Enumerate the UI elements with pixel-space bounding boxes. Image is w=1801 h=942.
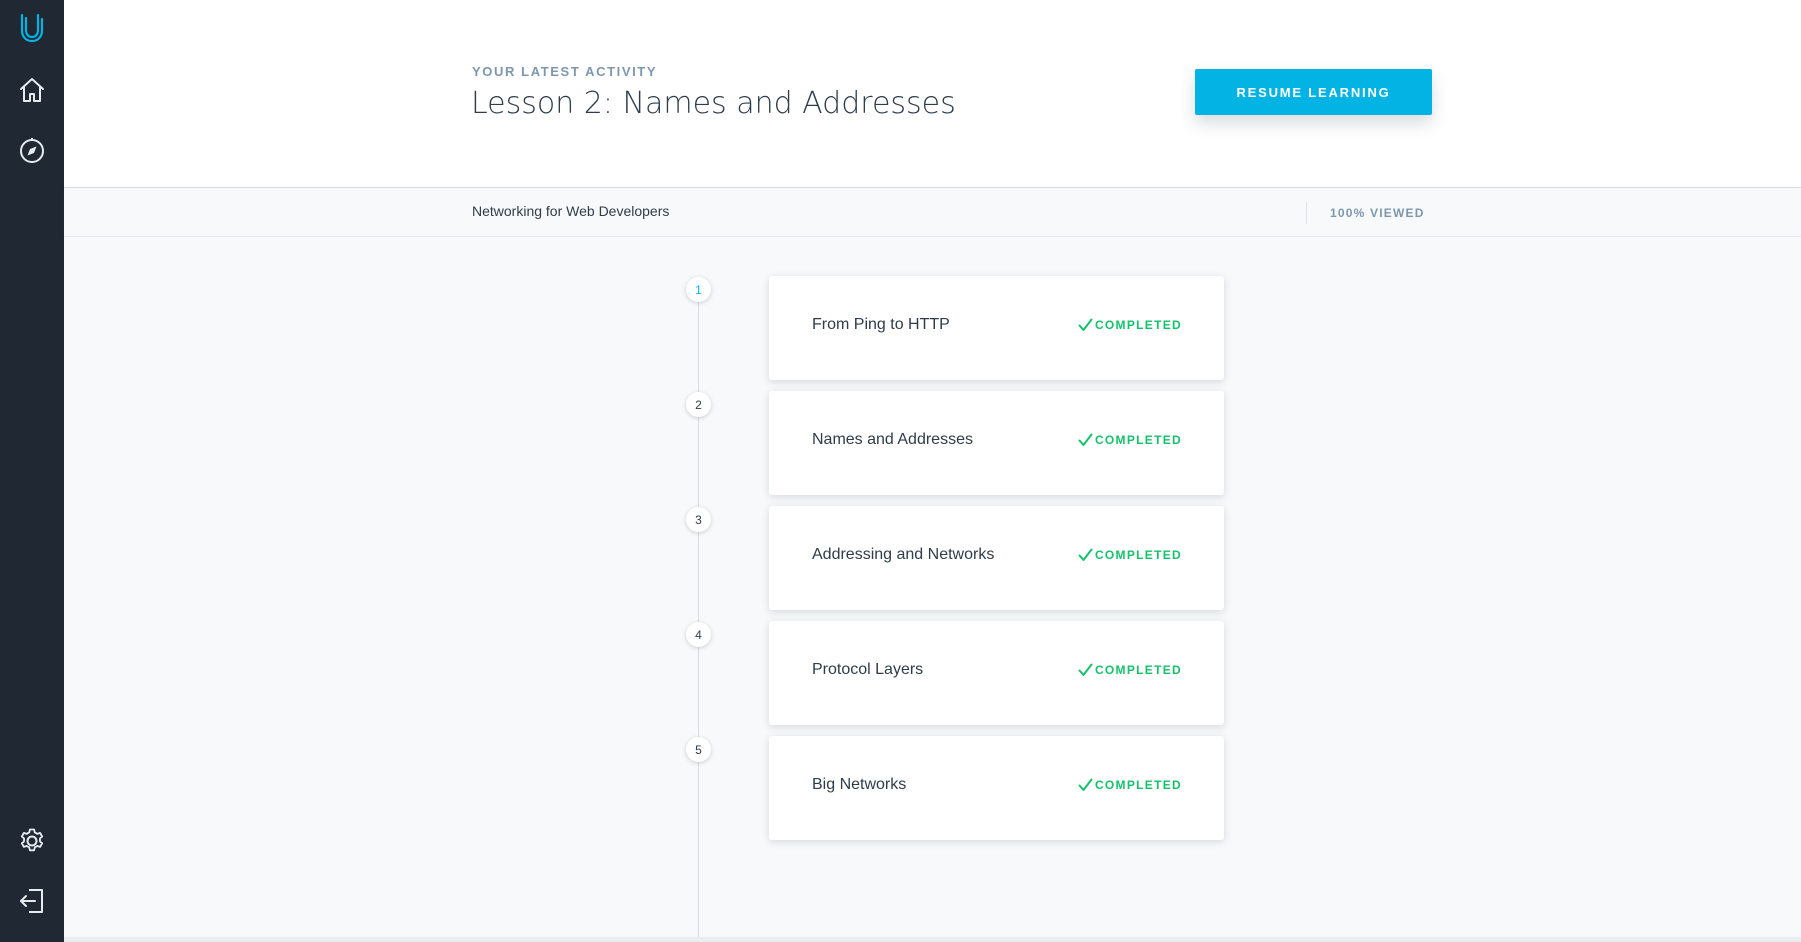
lesson-card-title: From Ping to HTTP <box>812 316 950 333</box>
logout-icon[interactable] <box>0 873 64 929</box>
sidebar <box>0 0 64 942</box>
course-name[interactable]: Networking for Web Developers <box>472 203 669 219</box>
lesson-number: 4 <box>686 622 711 647</box>
check-icon <box>1078 318 1093 331</box>
lesson-number: 2 <box>686 392 711 417</box>
lesson-card-title: Names and Addresses <box>812 431 973 448</box>
divider <box>1306 202 1307 224</box>
check-icon <box>1078 433 1093 446</box>
lesson-list: 1 From Ping to HTTP COMPLETED 2 Names an… <box>64 237 1801 942</box>
status-badge: COMPLETED <box>1078 548 1182 562</box>
status-badge: COMPLETED <box>1078 778 1182 792</box>
lesson-row: 1 From Ping to HTTP COMPLETED <box>64 276 1801 381</box>
lesson-number: 3 <box>686 507 711 532</box>
gear-icon[interactable] <box>0 813 64 869</box>
lesson-row: 2 Names and Addresses COMPLETED <box>64 391 1801 496</box>
latest-activity-header: YOUR LATEST ACTIVITY Lesson 2: Names and… <box>64 0 1801 188</box>
status-badge: COMPLETED <box>1078 433 1182 447</box>
status-text: COMPLETED <box>1094 548 1182 562</box>
status-badge: COMPLETED <box>1078 663 1182 677</box>
lesson-card[interactable]: Protocol Layers COMPLETED <box>769 621 1224 725</box>
lesson-number: 1 <box>686 277 711 302</box>
lesson-card[interactable]: Addressing and Networks COMPLETED <box>769 506 1224 610</box>
course-bar: Networking for Web Developers 100% VIEWE… <box>64 188 1801 237</box>
status-text: COMPLETED <box>1094 318 1182 332</box>
window-bottom-edge <box>64 937 1801 942</box>
latest-activity-label: YOUR LATEST ACTIVITY <box>472 64 658 79</box>
lesson-number: 5 <box>686 737 711 762</box>
lesson-row: 5 Big Networks COMPLETED <box>64 736 1801 841</box>
status-badge: COMPLETED <box>1078 318 1182 332</box>
status-text: COMPLETED <box>1094 778 1182 792</box>
status-text: COMPLETED <box>1094 663 1182 677</box>
main-area: YOUR LATEST ACTIVITY Lesson 2: Names and… <box>64 0 1801 942</box>
home-icon[interactable] <box>0 62 64 118</box>
lesson-card-title: Big Networks <box>812 776 907 793</box>
lesson-card-title: Addressing and Networks <box>812 546 995 563</box>
lesson-row: 3 Addressing and Networks COMPLETED <box>64 506 1801 611</box>
app-root: YOUR LATEST ACTIVITY Lesson 2: Names and… <box>0 0 1801 942</box>
check-icon <box>1078 663 1093 676</box>
status-text: COMPLETED <box>1094 433 1182 447</box>
udacity-logo-icon[interactable] <box>0 0 64 56</box>
check-icon <box>1078 778 1093 791</box>
lesson-title: Lesson 2: Names and Addresses <box>471 86 956 121</box>
compass-icon[interactable] <box>0 123 64 179</box>
progress-label: 100% VIEWED <box>1330 206 1425 220</box>
resume-learning-button[interactable]: RESUME LEARNING <box>1195 69 1432 115</box>
lesson-card[interactable]: From Ping to HTTP COMPLETED <box>769 276 1224 380</box>
lesson-card[interactable]: Big Networks COMPLETED <box>769 736 1224 840</box>
lesson-card[interactable]: Names and Addresses COMPLETED <box>769 391 1224 495</box>
lesson-card-title: Protocol Layers <box>812 661 924 678</box>
lesson-row: 4 Protocol Layers COMPLETED <box>64 621 1801 726</box>
check-icon <box>1078 548 1093 561</box>
